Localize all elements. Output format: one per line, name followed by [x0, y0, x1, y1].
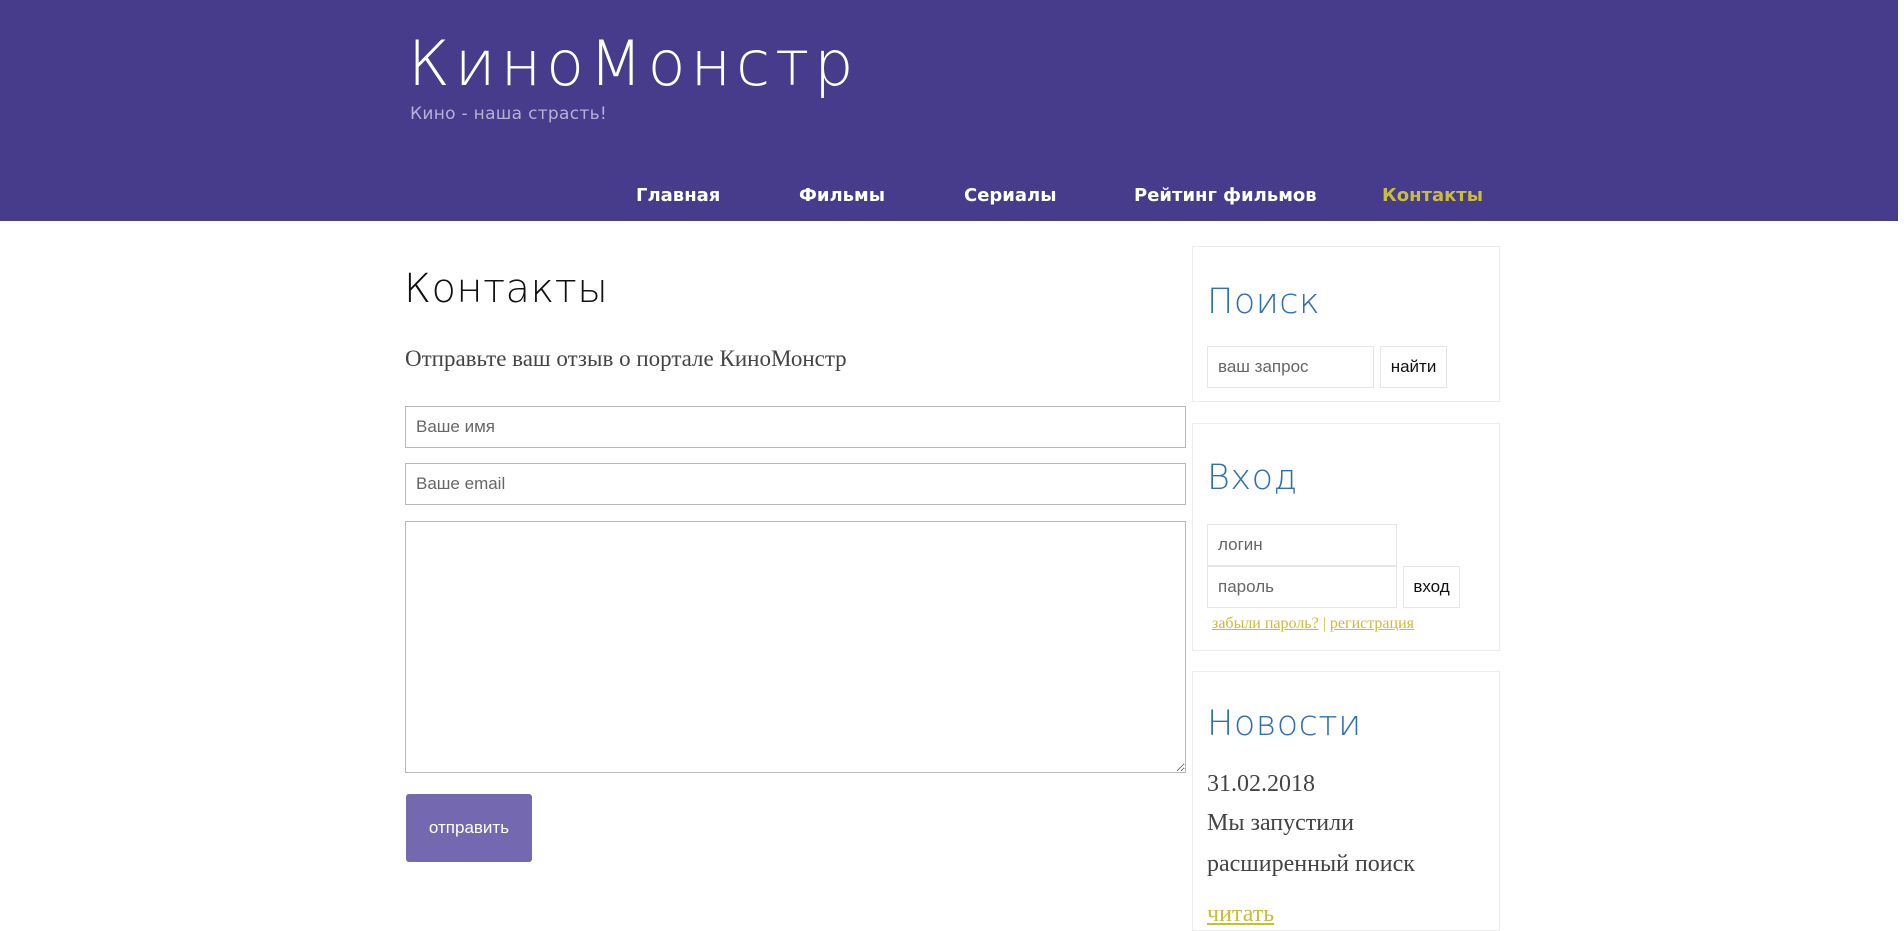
- nav-item-rating[interactable]: Рейтинг фильмов: [1134, 185, 1317, 206]
- search-button[interactable]: найти: [1380, 346, 1447, 388]
- email-field[interactable]: [405, 463, 1186, 505]
- search-widget-title: Поиск: [1207, 282, 1321, 322]
- search-widget: Поиск найти: [1192, 246, 1500, 402]
- forgot-password-link[interactable]: забыли пароль?: [1212, 615, 1319, 632]
- links-separator: |: [1318, 615, 1330, 632]
- page: КиноМонстр Кино - наша страсть! Главная …: [0, 0, 1898, 931]
- vertical-scrollbar[interactable]: [1898, 0, 1904, 919]
- news-read-more-link[interactable]: читать: [1207, 901, 1274, 928]
- news-widget: Новости 31.02.2018 Мы запустили расширен…: [1192, 671, 1500, 931]
- register-link[interactable]: регистрация: [1330, 615, 1414, 632]
- news-widget-title: Новости: [1207, 704, 1362, 744]
- site-logo[interactable]: КиноМонстр: [408, 24, 859, 104]
- nav-item-home[interactable]: Главная: [636, 185, 720, 206]
- message-textarea[interactable]: [405, 521, 1186, 773]
- nav-item-movies[interactable]: Фильмы: [799, 185, 885, 206]
- login-button[interactable]: вход: [1403, 566, 1460, 608]
- name-field[interactable]: [405, 406, 1186, 448]
- site-header: КиноМонстр Кино - наша страсть! Главная …: [0, 0, 1898, 221]
- site-tagline: Кино - наша страсть!: [410, 104, 608, 124]
- nav-item-series[interactable]: Сериалы: [964, 185, 1057, 206]
- search-input[interactable]: [1207, 346, 1374, 388]
- login-widget-title: Вход: [1207, 458, 1298, 498]
- page-title: Контакты: [404, 266, 609, 312]
- login-input[interactable]: [1207, 524, 1397, 566]
- submit-button[interactable]: отправить: [406, 794, 532, 862]
- login-widget: Вход вход забыли пароль? | регистрация: [1192, 423, 1500, 651]
- login-links: забыли пароль? | регистрация: [1212, 615, 1414, 633]
- password-input[interactable]: [1207, 566, 1397, 608]
- nav-item-contacts[interactable]: Контакты: [1382, 185, 1483, 206]
- page-subtitle: Отправьте ваш отзыв о портале КиноМонстр: [405, 346, 847, 371]
- news-text: Мы запустили расширенный поиск: [1207, 810, 1415, 877]
- news-date: 31.02.2018: [1207, 771, 1315, 797]
